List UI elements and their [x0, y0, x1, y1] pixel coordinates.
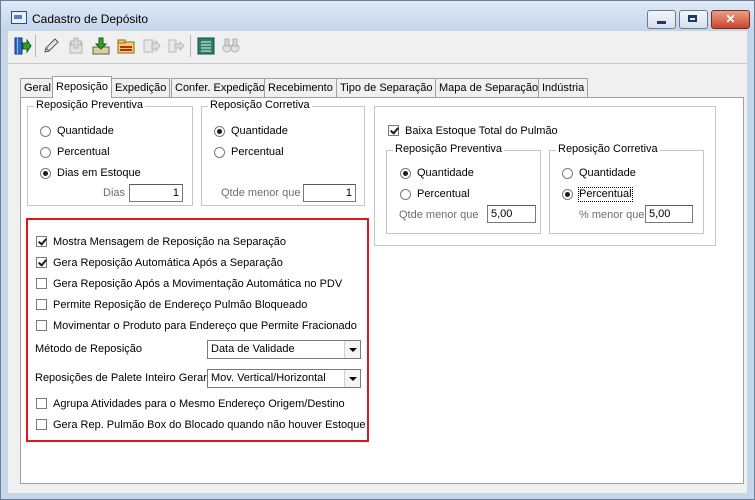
palete-inteiro-select[interactable]: Mov. Vertical/Horizontal: [207, 369, 361, 388]
edit-button[interactable]: [40, 35, 62, 57]
tab-geral[interactable]: Geral: [20, 78, 55, 97]
minimize-icon: [657, 21, 666, 24]
baixa-estoque-checkbox[interactable]: [388, 125, 399, 136]
tab-industria[interactable]: Indústria: [538, 78, 589, 97]
binoculars-icon: [222, 38, 240, 53]
transfer-button[interactable]: [165, 35, 187, 57]
checkbox-permite-reposicao-bloqueado-label: Permite Reposição de Endereço Pulmão Blo…: [53, 299, 308, 311]
move-button[interactable]: [140, 35, 162, 57]
close-icon: ✕: [725, 12, 736, 26]
radio-rp-quantidade-label: Quantidade: [57, 125, 114, 137]
tab-reposicao[interactable]: Reposição: [52, 76, 112, 98]
maximize-button[interactable]: [679, 10, 708, 29]
radio-bp-percentual[interactable]: [400, 189, 411, 200]
checkbox-gera-reposicao-pdv-label: Gera Reposição Após a Movimentação Autom…: [53, 278, 343, 290]
exit-icon: [14, 37, 32, 55]
edit-icon: [44, 38, 59, 53]
group-title: Reposição Preventiva: [34, 99, 146, 111]
checkbox-mostra-mensagem-label: Mostra Mensagem de Reposição na Separaçã…: [53, 236, 286, 248]
qtde-menor-label: Qtde menor que: [221, 187, 301, 199]
checkbox-gera-rep-pulmao-box[interactable]: [36, 419, 47, 430]
chevron-down-icon[interactable]: [344, 370, 360, 387]
toolbar-separator: [190, 35, 191, 57]
radio-rc-percentual[interactable]: [214, 147, 225, 158]
checkbox-gera-rep-pulmao-box-label: Gera Rep. Pulmão Box do Blocado quando n…: [53, 419, 366, 431]
checkbox-movimentar-fracionado[interactable]: [36, 320, 47, 331]
checkbox-gera-reposicao-automatica-label: Gera Reposição Automática Após a Separaç…: [53, 257, 283, 269]
group-title: Reposição Preventiva: [393, 143, 505, 155]
chevron-down-icon[interactable]: [344, 341, 360, 358]
add-icon: [69, 37, 83, 54]
close-button[interactable]: ✕: [711, 10, 750, 29]
palete-inteiro-label: Reposições de Palete Inteiro Gerar: [35, 372, 207, 384]
radio-bc-percentual-label: Percentual: [578, 187, 633, 202]
group-title: Reposição Corretiva: [208, 99, 312, 111]
exit-button[interactable]: [11, 35, 33, 57]
radio-bc-quantidade-label: Quantidade: [579, 167, 636, 179]
checkbox-gera-reposicao-pdv[interactable]: [36, 278, 47, 289]
save-icon: [92, 37, 110, 55]
radio-rp-dias-estoque-label: Dias em Estoque: [57, 167, 141, 179]
metodo-reposicao-label: Método de Reposição: [35, 343, 143, 355]
radio-bp-percentual-label: Percentual: [417, 188, 470, 200]
search-button[interactable]: [220, 35, 242, 57]
grid-list-icon: [197, 37, 215, 55]
grid-list-button[interactable]: [195, 35, 217, 57]
checkbox-permite-reposicao-bloqueado[interactable]: [36, 299, 47, 310]
dias-input[interactable]: 1: [129, 184, 183, 202]
radio-rc-quantidade-label: Quantidade: [231, 125, 288, 137]
window-title: Cadastro de Depósito: [32, 12, 149, 26]
radio-rc-quantidade[interactable]: [214, 126, 225, 137]
radio-rp-percentual[interactable]: [40, 147, 51, 158]
radio-rc-percentual-label: Percentual: [231, 146, 284, 158]
tab-mapa-separacao[interactable]: Mapa de Separação: [435, 78, 543, 97]
toolbar: [8, 31, 747, 64]
bp-qtde-input[interactable]: 5,00: [487, 205, 536, 223]
app-icon: [11, 11, 27, 24]
open-folder-button[interactable]: [115, 35, 137, 57]
checkbox-agrupa-atividades[interactable]: [36, 398, 47, 409]
radio-rp-dias-estoque[interactable]: [40, 168, 51, 179]
baixa-estoque-label: Baixa Estoque Total do Pulmão: [405, 125, 558, 137]
minimize-button[interactable]: [647, 10, 676, 29]
bc-percent-label: % menor que: [579, 209, 645, 221]
tab-confer-expedicao[interactable]: Confer. Expedição: [171, 78, 269, 97]
metodo-reposicao-value: Data de Validade: [211, 343, 295, 355]
title-bar[interactable]: Cadastro de Depósito ✕: [1, 1, 754, 31]
radio-rp-percentual-label: Percentual: [57, 146, 110, 158]
group-title: Reposição Corretiva: [556, 143, 660, 155]
dias-label: Dias: [103, 187, 126, 199]
radio-rp-quantidade[interactable]: [40, 126, 51, 137]
bp-qtde-label: Qtde menor que: [399, 209, 479, 221]
palete-inteiro-value: Mov. Vertical/Horizontal: [211, 372, 326, 384]
radio-bp-quantidade[interactable]: [400, 168, 411, 179]
add-button[interactable]: [65, 35, 87, 57]
checkbox-gera-reposicao-automatica[interactable]: [36, 257, 47, 268]
bc-percent-input[interactable]: 5,00: [645, 205, 693, 223]
radio-bp-quantidade-label: Quantidade: [417, 167, 474, 179]
checkbox-agrupa-atividades-label: Agrupa Atividades para o Mesmo Endereço …: [53, 398, 345, 410]
radio-bc-percentual[interactable]: [562, 189, 573, 200]
tab-tipo-separacao[interactable]: Tipo de Separação: [336, 78, 437, 97]
toolbar-separator: [35, 35, 36, 57]
radio-bc-quantidade[interactable]: [562, 168, 573, 179]
metodo-reposicao-select[interactable]: Data de Validade: [207, 340, 361, 359]
save-button[interactable]: [90, 35, 112, 57]
tab-recebimento[interactable]: Recebimento: [264, 78, 337, 97]
move-icon: [143, 39, 161, 53]
checkbox-mostra-mensagem[interactable]: [36, 236, 47, 247]
qtde-menor-input[interactable]: 1: [303, 184, 356, 202]
maximize-icon: [688, 15, 697, 22]
checkbox-movimentar-fracionado-label: Movimentar o Produto para Endereço que P…: [53, 320, 357, 332]
transfer-icon: [168, 39, 185, 53]
tab-expedicao[interactable]: Expedição: [111, 78, 171, 97]
open-folder-icon: [117, 39, 135, 54]
